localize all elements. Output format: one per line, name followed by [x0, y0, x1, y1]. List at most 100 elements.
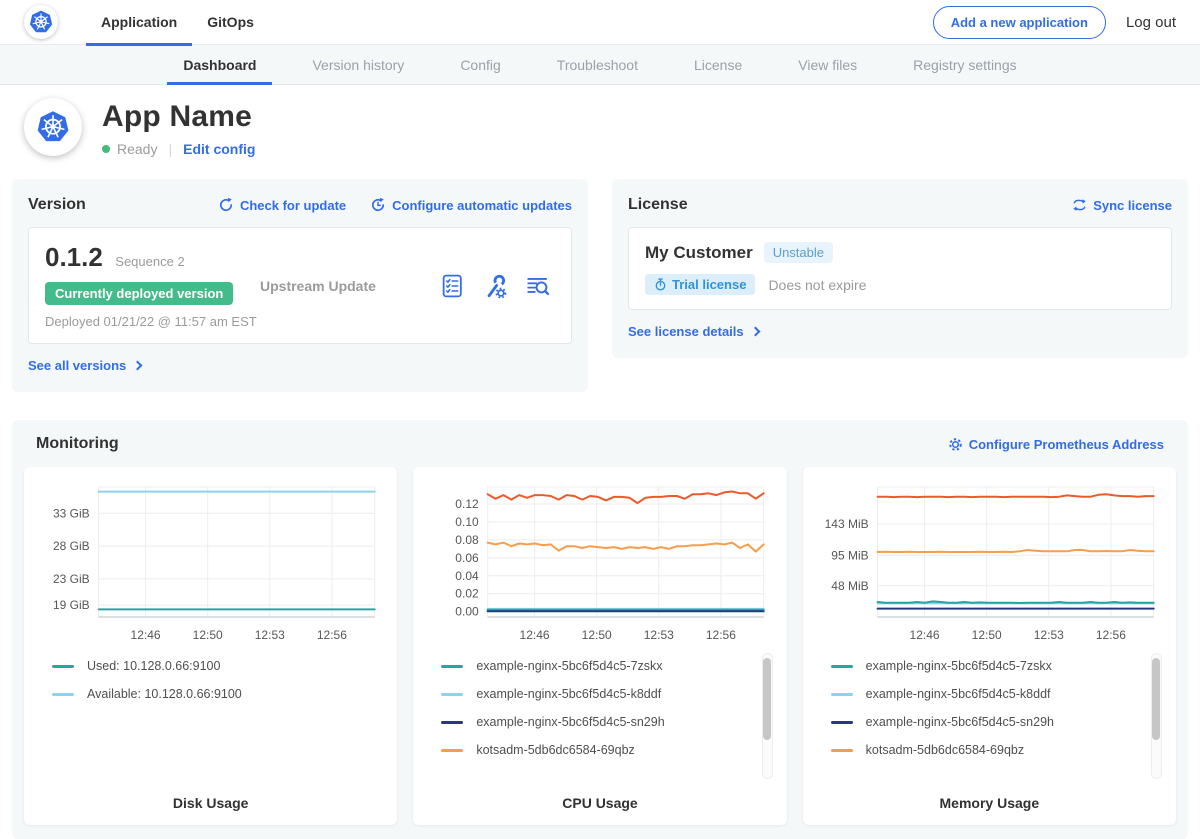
legend-item: Used: 10.128.0.66:9100: [52, 659, 357, 673]
status-label: Ready: [117, 141, 157, 157]
edit-config-link[interactable]: Edit config: [183, 141, 255, 157]
logout-button[interactable]: Log out: [1126, 14, 1176, 31]
chart-title: CPU Usage: [423, 795, 776, 811]
svg-text:12:56: 12:56: [706, 628, 736, 642]
tab-label: View files: [798, 57, 857, 73]
svg-text:12:46: 12:46: [131, 628, 161, 642]
link-label: See all versions: [28, 358, 126, 373]
svg-text:48 MiB: 48 MiB: [831, 579, 868, 593]
version-card-header: Version Check for update Configure au: [28, 196, 572, 214]
license-info-box: My Customer Unstable Trial license Does …: [628, 227, 1172, 310]
configure-prometheus-link[interactable]: Configure Prometheus Address: [948, 437, 1164, 452]
svg-text:0.00: 0.00: [456, 605, 480, 619]
legend-item: Available: 10.128.0.66:9100: [52, 687, 357, 701]
check-for-update-link[interactable]: Check for update: [218, 197, 346, 213]
tab-version-history[interactable]: Version history: [284, 45, 432, 84]
svg-text:28 GiB: 28 GiB: [53, 539, 90, 553]
tab-label: License: [694, 57, 742, 73]
page-title: App Name: [102, 100, 255, 134]
topnav-item-label: Application: [101, 14, 177, 30]
kubernetes-logo[interactable]: [24, 5, 58, 39]
legend-item: example-nginx-5bc6f5d4c5-sn29h: [831, 715, 1136, 729]
tab-label: Config: [460, 57, 500, 73]
svg-text:12:56: 12:56: [317, 628, 347, 642]
app-status-row: Ready | Edit config: [102, 141, 255, 157]
legend-label: example-nginx-5bc6f5d4c5-sn29h: [476, 715, 664, 729]
divider: |: [168, 141, 172, 157]
svg-text:0.06: 0.06: [456, 551, 480, 565]
legend-color-dash: [52, 665, 74, 668]
legend-scrollbar-thumb[interactable]: [1152, 658, 1160, 740]
legend-item: example-nginx-5bc6f5d4c5-7zskx: [831, 659, 1136, 673]
legend-item: example-nginx-5bc6f5d4c5-k8ddf: [831, 687, 1136, 701]
legend-label: example-nginx-5bc6f5d4c5-k8ddf: [476, 687, 661, 701]
svg-text:95 MiB: 95 MiB: [831, 548, 868, 562]
legend-item: example-nginx-5bc6f5d4c5-7zskx: [441, 659, 746, 673]
customer-name: My Customer: [645, 243, 753, 263]
legend-label: example-nginx-5bc6f5d4c5-k8ddf: [866, 687, 1051, 701]
sync-license-link[interactable]: Sync license: [1072, 198, 1172, 213]
tab-view-files[interactable]: View files: [770, 45, 885, 84]
svg-text:12:56: 12:56: [1096, 628, 1126, 642]
preflight-checks-icon[interactable]: [440, 273, 465, 299]
monitoring-panel: Monitoring Configure Prometheus Address …: [12, 420, 1188, 839]
svg-text:12:50: 12:50: [582, 628, 612, 642]
legend-scrollbar-thumb[interactable]: [763, 658, 771, 740]
link-label: Configure automatic updates: [392, 198, 572, 213]
topnav-item-gitops[interactable]: GitOps: [192, 0, 269, 45]
legend-color-dash: [831, 693, 853, 696]
see-all-versions-link[interactable]: See all versions: [28, 358, 141, 373]
chevron-right-icon: [750, 327, 760, 337]
legend-color-dash: [441, 693, 463, 696]
tab-license[interactable]: License: [666, 45, 770, 84]
legend-color-dash: [52, 693, 74, 696]
svg-text:0.08: 0.08: [456, 533, 480, 547]
config-wrench-icon[interactable]: [482, 273, 508, 299]
cpu-usage-card: 0.000.020.040.060.080.100.1212:4612:5012…: [413, 467, 786, 825]
view-logs-icon[interactable]: [525, 273, 551, 299]
cards-row: Version Check for update Configure au: [0, 179, 1200, 392]
configure-automatic-updates-link[interactable]: Configure automatic updates: [370, 197, 572, 213]
stopwatch-icon: [654, 278, 667, 291]
tab-troubleshoot[interactable]: Troubleshoot: [529, 45, 666, 84]
current-version-box: 0.1.2 Sequence 2 Currently deployed vers…: [28, 227, 572, 344]
legend-color-dash: [441, 749, 463, 752]
legend-label: Used: 10.128.0.66:9100: [87, 659, 220, 673]
topnav-item-label: GitOps: [207, 14, 254, 30]
tab-label: Dashboard: [183, 57, 256, 73]
svg-text:12:53: 12:53: [255, 628, 285, 642]
license-card-footer: See license details: [628, 323, 1172, 341]
deployed-timestamp: Deployed 01/21/22 @ 11:57 am EST: [45, 314, 260, 329]
svg-text:12:53: 12:53: [1033, 628, 1063, 642]
svg-text:23 GiB: 23 GiB: [53, 572, 90, 586]
license-type-row: Trial license Does not expire: [645, 274, 1155, 295]
license-card-title: License: [628, 196, 688, 214]
chevron-right-icon: [133, 361, 143, 371]
tab-dashboard[interactable]: Dashboard: [155, 45, 284, 84]
disk-usage-chart: 19 GiB23 GiB28 GiB33 GiB12:4612:5012:531…: [34, 477, 387, 649]
legend-item: kotsadm-5db6dc6584-69qbz: [831, 743, 1136, 757]
version-number: 0.1.2: [45, 242, 103, 273]
legend-color-dash: [831, 665, 853, 668]
legend-item: example-nginx-5bc6f5d4c5-k8ddf: [441, 687, 746, 701]
tab-registry-settings[interactable]: Registry settings: [885, 45, 1044, 84]
svg-text:33 GiB: 33 GiB: [53, 506, 90, 520]
memory-usage-chart: 48 MiB95 MiB143 MiB12:4612:5012:5312:56: [813, 477, 1166, 649]
legend-color-dash: [831, 749, 853, 752]
top-nav: Application GitOps Add a new application…: [0, 0, 1200, 45]
status-dot: [102, 145, 110, 153]
kubernetes-wheel-icon: [28, 9, 54, 35]
legend-item: kotsadm-5db6dc6584-69qbz: [441, 743, 746, 757]
version-card-footer: See all versions: [28, 357, 572, 375]
trial-license-badge: Trial license: [645, 274, 755, 295]
memory-usage-card: 48 MiB95 MiB143 MiB12:4612:5012:5312:56 …: [803, 467, 1176, 825]
add-application-button[interactable]: Add a new application: [933, 6, 1106, 39]
see-license-details-link[interactable]: See license details: [628, 324, 759, 339]
svg-text:12:46: 12:46: [909, 628, 939, 642]
topnav-item-application[interactable]: Application: [86, 0, 192, 45]
legend-item: example-nginx-5bc6f5d4c5-sn29h: [441, 715, 746, 729]
disk-usage-card: 19 GiB23 GiB28 GiB33 GiB12:4612:5012:531…: [24, 467, 397, 825]
svg-text:12:50: 12:50: [971, 628, 1001, 642]
tab-config[interactable]: Config: [432, 45, 528, 84]
license-customer-row: My Customer Unstable: [645, 242, 1155, 263]
